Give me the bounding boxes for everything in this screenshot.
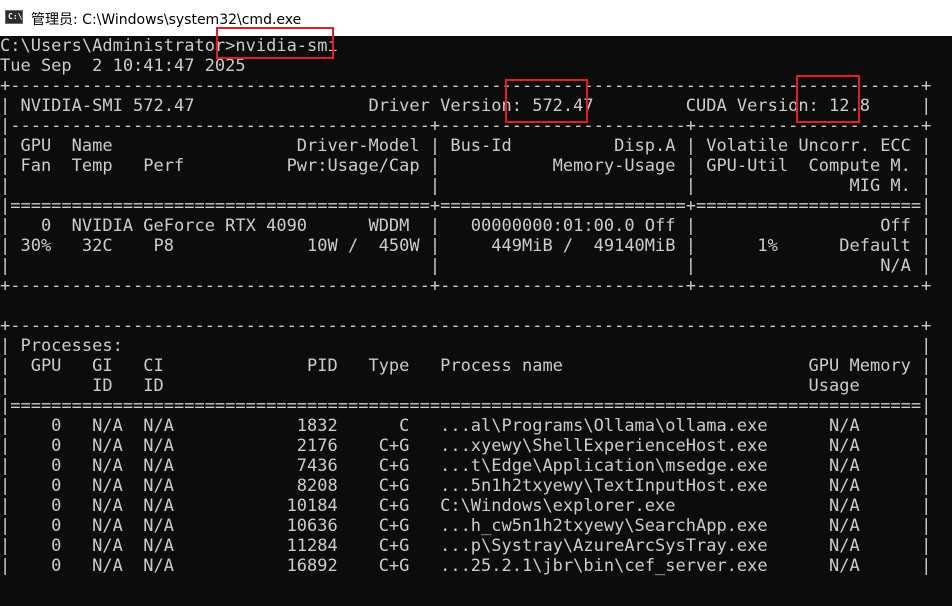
process-row: | 0 N/A N/A 10636 C+G ...h_cw5n1h2txyewy… xyxy=(0,516,932,536)
process-row: | 0 N/A N/A 7436 C+G ...t\Edge\Applicati… xyxy=(0,456,932,476)
process-header-line: | ID ID Usage | xyxy=(0,376,932,396)
table-divider: |=======================================… xyxy=(0,196,932,216)
gpu-row-line: | | | N/A | xyxy=(0,256,932,276)
highlight-driver-version xyxy=(505,79,588,123)
gpu-header-line: | GPU Name Driver-Model | Bus-Id Disp.A … xyxy=(0,136,932,156)
process-row: | 0 N/A N/A 16892 C+G ...25.2.1\jbr\bin\… xyxy=(0,556,932,576)
window-title: 管理员: C:\Windows\system32\cmd.exe xyxy=(31,12,302,28)
process-row: | 0 N/A N/A 10184 C+G C:\Windows\explore… xyxy=(0,496,932,516)
cmd-console-icon: C:\ xyxy=(5,10,23,24)
process-row: | 0 N/A N/A 8208 C+G ...5n1h2txyewy\Text… xyxy=(0,476,932,496)
table-border: +---------------------------------------… xyxy=(0,76,932,96)
gpu-row-line: | 30% 32C P8 10W / 450W | 449MiB / 49140… xyxy=(0,236,932,256)
gpu-header-line: | | | MIG M. | xyxy=(0,176,932,196)
table-border: +---------------------------------------… xyxy=(0,276,932,296)
processes-title: | Processes: | xyxy=(0,336,932,356)
version-line: | NVIDIA-SMI 572.47 Driver Version: 572.… xyxy=(0,96,932,116)
title-bar[interactable]: C:\ 管理员: C:\Windows\system32\cmd.exe xyxy=(0,0,952,36)
table-border: +---------------------------------------… xyxy=(0,316,932,336)
gpu-row-line: | 0 NVIDIA GeForce RTX 4090 WDDM | 00000… xyxy=(0,216,932,236)
process-row: | 0 N/A N/A 1832 C ...al\Programs\Ollama… xyxy=(0,416,932,436)
highlight-cuda-version xyxy=(796,75,860,123)
process-row: | 0 N/A N/A 2176 C+G ...xyewy\ShellExper… xyxy=(0,436,932,456)
process-row: | 0 N/A N/A 11284 C+G ...p\Systray\Azure… xyxy=(0,536,932,556)
timestamp-line: Tue Sep 2 10:41:47 2025 xyxy=(0,56,246,76)
table-divider: |=======================================… xyxy=(0,396,932,416)
table-divider: |---------------------------------------… xyxy=(0,116,932,136)
gpu-header-line: | Fan Temp Perf Pwr:Usage/Cap | Memory-U… xyxy=(0,156,932,176)
highlight-command xyxy=(216,27,334,59)
process-header-line: | GPU GI CI PID Type Process name GPU Me… xyxy=(0,356,932,376)
